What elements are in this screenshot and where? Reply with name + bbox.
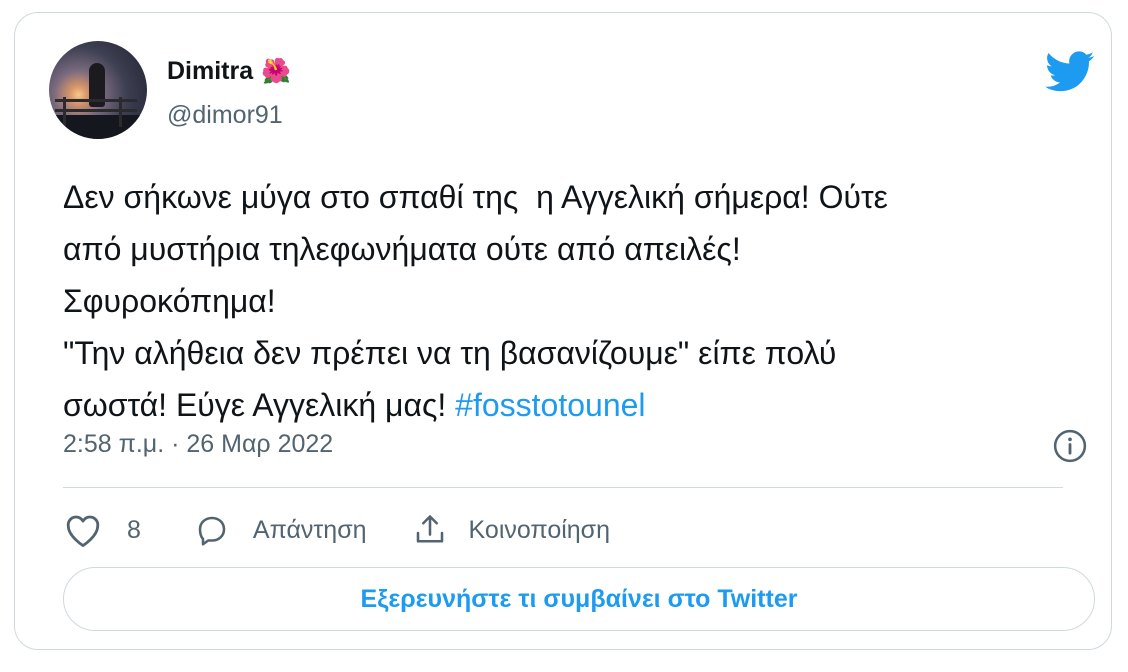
tweet-text-line-last: σωστά! Εύγε Αγγελική μας! #fosstotounel <box>63 379 1103 431</box>
author-handle[interactable]: @dimor91 <box>167 101 283 130</box>
share-label: Κοινοποίηση <box>468 515 611 544</box>
tweet-text-line: από μυστήρια τηλεφωνήματα ούτε από απειλ… <box>63 231 741 267</box>
tweet-text-line: Δεν σήκωνε μύγα στο σπαθί της η Αγγελική… <box>63 179 888 215</box>
heart-icon <box>66 515 100 547</box>
twitter-bird-icon[interactable] <box>1045 51 1095 93</box>
hashtag-link[interactable]: #fosstotounel <box>455 387 645 423</box>
share-button[interactable]: Κοινοποίηση <box>411 512 610 548</box>
author-name-row[interactable]: Dimitra 🌺 <box>167 57 291 86</box>
author-name[interactable]: Dimitra <box>167 57 253 86</box>
action-bar: 8 Απάντηση Κοινοποίηση <box>63 510 610 550</box>
like-button[interactable]: 8 <box>63 512 141 548</box>
explore-twitter-button[interactable]: Εξερευνήστε τι συμβαίνει στο Twitter <box>63 567 1095 631</box>
like-count: 8 <box>127 515 141 544</box>
hibiscus-emoji: 🌺 <box>261 57 292 85</box>
tweet-text: Δεν σήκωνε μύγα στο σπαθί της η Αγγελική… <box>63 171 1103 431</box>
tweet-timestamp[interactable]: 2:58 π.μ. · 26 Μαρ 2022 <box>63 430 333 459</box>
tweet-text-line: "Την αλήθεια δεν πρέπει να τη βασανίζουμ… <box>63 335 837 371</box>
avatar[interactable] <box>49 41 147 139</box>
divider <box>63 487 1063 488</box>
tweet-text-line: σωστά! Εύγε Αγγελική μας! <box>63 387 456 423</box>
reply-icon <box>198 516 226 546</box>
reply-button[interactable]: Απάντηση <box>193 512 367 548</box>
tweet-card: Dimitra 🌺 @dimor91 Δεν σήκωνε μύγα στο σ… <box>14 12 1112 650</box>
info-icon[interactable] <box>1053 429 1087 463</box>
reply-label: Απάντηση <box>252 515 367 544</box>
tweet-text-line: Σφυροκόπημα! <box>63 283 276 319</box>
share-icon <box>416 515 443 543</box>
